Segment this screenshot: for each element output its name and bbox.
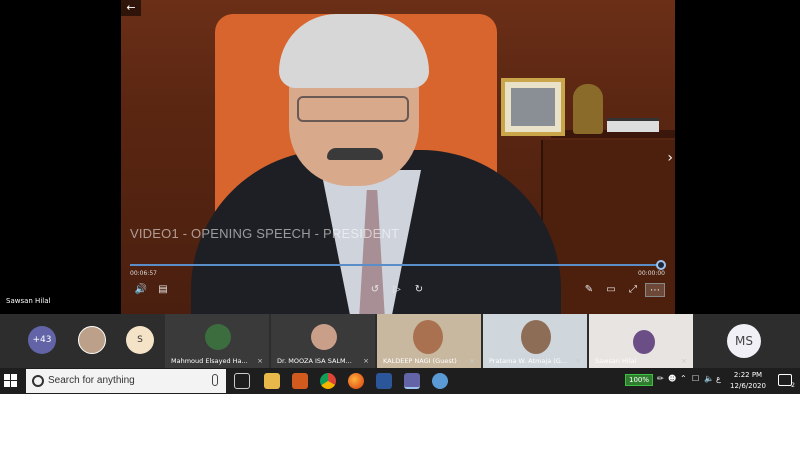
participant-name: Sawsan Hilal	[595, 357, 637, 365]
clock-time: 2:22 PM	[733, 371, 763, 379]
clock-date: 12/6/2020	[730, 382, 766, 390]
shared-video[interactable]: ← › VIDEO1 - OPENING SPEECH - PRESIDENT …	[121, 0, 675, 314]
volume-icon[interactable]: 🔊	[133, 283, 149, 297]
captions-icon[interactable]: ▤	[155, 283, 171, 297]
speaker-name: Sawsan Hilal	[6, 297, 51, 305]
speaker-icon[interactable]: 🔈	[704, 374, 714, 383]
mic-muted-icon: ⨯	[575, 357, 581, 365]
more-options-icon[interactable]: ⋯	[645, 283, 665, 297]
progress-knob[interactable]	[656, 260, 666, 270]
mic-muted-icon: ⨯	[363, 357, 369, 365]
battery-indicator[interactable]: 100%	[625, 374, 653, 386]
overflow-participants[interactable]: +43	[28, 326, 56, 354]
notification-icon[interactable]: 2	[778, 374, 795, 389]
taskbar: Search for anything 100% ✏ ☻ ⌃ ☐ 🔈 ع 2:2…	[0, 368, 800, 394]
pin-icon[interactable]: ✏	[657, 374, 664, 383]
participant-face	[413, 320, 443, 354]
clock[interactable]: 2:22 PM 12/6/2020	[728, 370, 768, 392]
user-icon[interactable]: ☻	[668, 374, 676, 383]
photo-frame	[501, 78, 565, 136]
collapse-icon[interactable]: ⤢	[625, 283, 641, 297]
outlook-icon[interactable]	[292, 373, 308, 389]
notification-count: 2	[791, 382, 795, 389]
speaker-mustache	[327, 148, 383, 160]
progress-bar[interactable]	[130, 260, 666, 270]
windows-start-icon[interactable]	[4, 374, 18, 388]
search-placeholder: Search for anything	[48, 375, 135, 386]
language-indicator[interactable]: ع	[716, 374, 721, 383]
chevron-up-icon[interactable]: ⌃	[680, 374, 687, 383]
avatar	[205, 324, 231, 350]
participant-name: Pratama W. Atmaja (G...	[489, 357, 568, 365]
avatar	[311, 324, 337, 350]
avatar-initial[interactable]: S	[126, 326, 154, 354]
network-icon[interactable]: ☐	[692, 374, 699, 383]
pencil-icon[interactable]: ✎	[581, 283, 597, 297]
microphone-icon[interactable]	[212, 374, 218, 386]
avatar[interactable]	[78, 326, 106, 354]
participant-video-tile[interactable]: Sawsan Hilal ⨯	[589, 314, 693, 368]
participant-face	[633, 330, 655, 354]
search-icon	[32, 375, 44, 387]
screen-icon[interactable]: ▭	[603, 283, 619, 297]
file-explorer-icon[interactable]	[264, 373, 280, 389]
participant-video-tile[interactable]: Pratama W. Atmaja (G... ⨯	[483, 314, 587, 368]
mic-muted-icon: ⨯	[469, 357, 475, 365]
mic-muted-icon: ⨯	[681, 357, 687, 365]
back-arrow-icon[interactable]: ←	[121, 0, 141, 16]
meeting-stage: ← › VIDEO1 - OPENING SPEECH - PRESIDENT …	[0, 0, 800, 314]
chevron-right-icon[interactable]: ›	[667, 150, 673, 166]
participant-name: Mahmoud Elsayed Ha...	[171, 357, 248, 365]
duration-time: 00:00:00	[638, 270, 665, 277]
rewind-icon[interactable]: ↺	[367, 283, 383, 297]
books	[607, 118, 659, 132]
participant-tile[interactable]: Mahmoud Elsayed Ha... ⨯	[165, 314, 269, 368]
app-icon[interactable]	[432, 373, 448, 389]
firefox-icon[interactable]	[348, 373, 364, 389]
participant-initials[interactable]: MS	[727, 324, 761, 358]
trophy	[573, 84, 603, 134]
video-title: VIDEO1 - OPENING SPEECH - PRESIDENT	[130, 226, 400, 241]
elapsed-time: 00:06:57	[130, 270, 157, 277]
speaker-hair	[279, 14, 429, 88]
speaker-glasses	[297, 96, 409, 122]
participant-name: Dr. MOOZA ISA SALM...	[277, 357, 352, 365]
task-view-icon[interactable]	[234, 373, 250, 389]
chrome-icon[interactable]	[320, 373, 336, 389]
participant-strip: +43 S Mahmoud Elsayed Ha... ⨯ Dr. MOOZA …	[0, 314, 800, 368]
teams-icon[interactable]	[404, 373, 420, 389]
participant-tile[interactable]: Dr. MOOZA ISA SALM... ⨯	[271, 314, 375, 368]
mic-muted-icon: ⨯	[257, 357, 263, 365]
forward-icon[interactable]: ↻	[411, 283, 427, 297]
participant-video-tile[interactable]: KALDEEP NAGI (Guest) ⨯	[377, 314, 481, 368]
participant-face	[521, 320, 551, 354]
play-icon[interactable]: ▷	[389, 283, 405, 297]
participant-name: KALDEEP NAGI (Guest)	[383, 357, 457, 365]
word-icon[interactable]	[376, 373, 392, 389]
taskbar-search-input[interactable]: Search for anything	[26, 369, 226, 393]
